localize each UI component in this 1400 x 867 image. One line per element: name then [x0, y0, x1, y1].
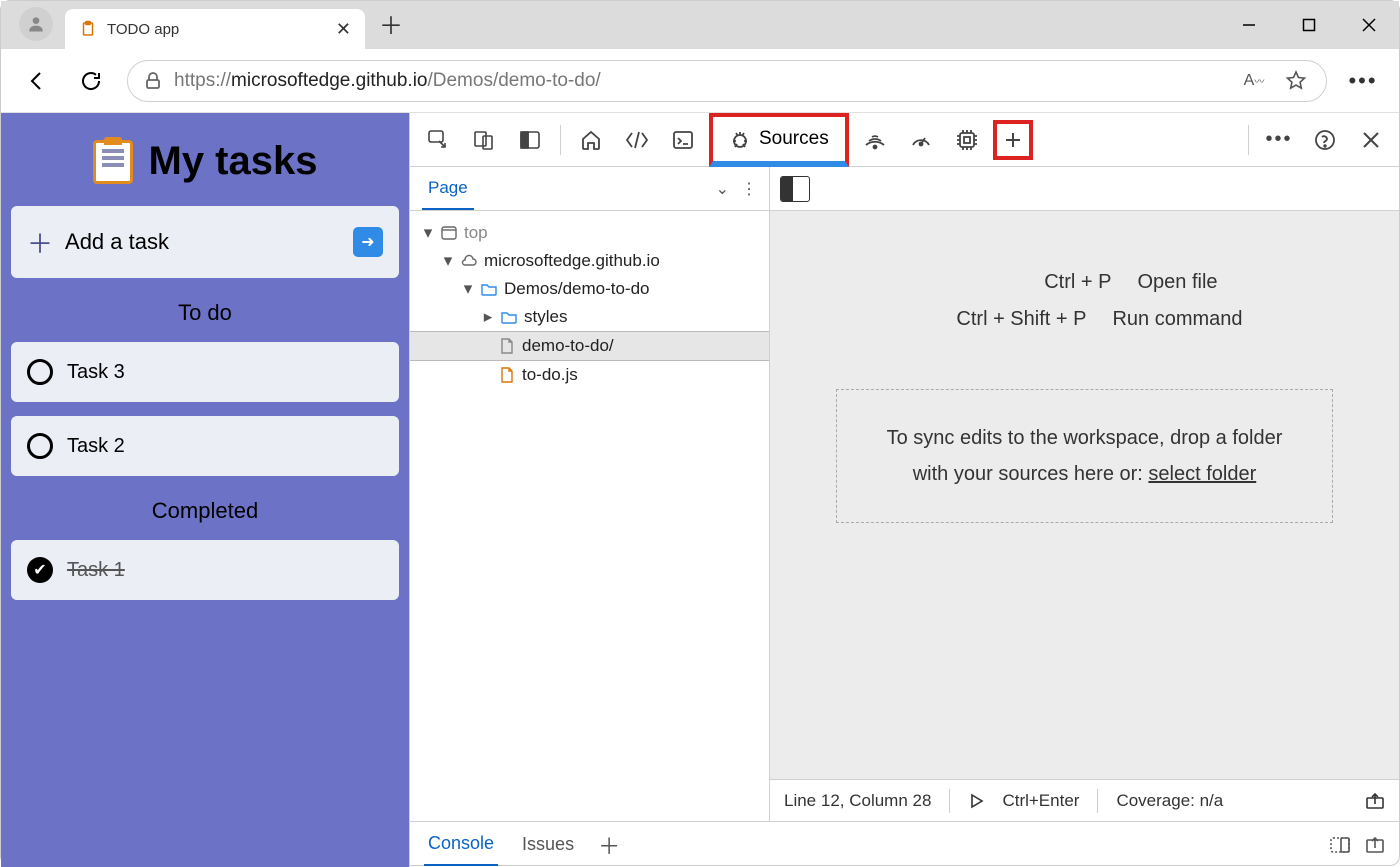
- memory-tab-icon[interactable]: [947, 120, 987, 160]
- devtools-toolbar: Sources •••: [410, 113, 1399, 167]
- task-item[interactable]: Task 2: [11, 416, 399, 476]
- task-item[interactable]: Task 3: [11, 342, 399, 402]
- more-icon[interactable]: •••: [1259, 120, 1299, 160]
- toggle-navigator-button[interactable]: [780, 176, 810, 202]
- refresh-button[interactable]: [73, 63, 109, 99]
- profile-avatar[interactable]: [19, 7, 53, 41]
- file-icon: [498, 337, 516, 355]
- titlebar: TODO app ✕ ＋: [1, 1, 1399, 49]
- bug-icon: [729, 128, 751, 150]
- upload-icon[interactable]: [1365, 792, 1385, 810]
- console-tab-icon[interactable]: [663, 120, 703, 160]
- tab-title: TODO app: [107, 21, 326, 38]
- tree-label: Demos/demo-to-do: [504, 279, 650, 299]
- tree-styles[interactable]: ▸ styles: [410, 303, 769, 331]
- performance-tab-icon[interactable]: [901, 120, 941, 160]
- workspace-drop-zone[interactable]: To sync edits to the workspace, drop a f…: [836, 389, 1334, 523]
- elements-tab-icon[interactable]: [617, 120, 657, 160]
- run-shortcut: Ctrl+Enter: [1002, 791, 1079, 811]
- network-tab-icon[interactable]: [855, 120, 895, 160]
- maximize-button[interactable]: [1279, 1, 1339, 49]
- lock-icon: [144, 72, 162, 90]
- window-icon: [440, 224, 458, 242]
- task-label: Task 3: [67, 361, 125, 384]
- tree-label: top: [464, 223, 488, 243]
- radio-icon[interactable]: [27, 433, 53, 459]
- select-folder-link[interactable]: select folder: [1148, 463, 1256, 485]
- editor-status-bar: Line 12, Column 28 Ctrl+Enter Coverage: …: [770, 779, 1399, 821]
- cursor-position: Line 12, Column 28: [784, 791, 931, 811]
- issues-tab[interactable]: Issues: [518, 824, 578, 865]
- folder-icon: [480, 280, 498, 298]
- completed-section-label: Completed: [11, 498, 399, 524]
- todo-section-label: To do: [11, 300, 399, 326]
- tree-js[interactable]: to-do.js: [410, 361, 769, 389]
- kebab-icon[interactable]: ⋮: [741, 179, 757, 199]
- page-title: My tasks: [149, 139, 318, 184]
- inspect-icon[interactable]: [418, 120, 458, 160]
- file-tree: ▾ top ▾ microsoftedge.github.io ▾ Demos/…: [410, 211, 769, 397]
- panel-icon[interactable]: [510, 120, 550, 160]
- browser-tab[interactable]: TODO app ✕: [65, 9, 365, 49]
- sources-tab[interactable]: Sources: [709, 113, 849, 167]
- submit-task-button[interactable]: ➜: [353, 227, 383, 257]
- tree-folder[interactable]: ▾ Demos/demo-to-do: [410, 275, 769, 303]
- check-icon[interactable]: ✔: [27, 557, 53, 583]
- favorite-icon[interactable]: [1282, 67, 1310, 95]
- new-tab-button[interactable]: ＋: [379, 6, 403, 41]
- clipboard-icon: [93, 140, 133, 184]
- tree-index[interactable]: demo-to-do/: [410, 331, 769, 361]
- minimize-button[interactable]: [1219, 1, 1279, 49]
- welcome-tab-icon[interactable]: [571, 120, 611, 160]
- tree-label: to-do.js: [522, 365, 578, 385]
- cloud-icon: [460, 252, 478, 270]
- shortcut-row: Ctrl + P Open file: [951, 271, 1217, 294]
- devtools: Sources ••• Page ⌄ ⋮: [409, 113, 1399, 867]
- device-icon[interactable]: [464, 120, 504, 160]
- url-text: https://microsoftedge.github.io/Demos/de…: [174, 70, 601, 92]
- console-tab[interactable]: Console: [424, 823, 498, 866]
- folder-icon: [500, 308, 518, 326]
- play-icon[interactable]: [968, 793, 984, 809]
- address-bar: https://microsoftedge.github.io/Demos/de…: [1, 49, 1399, 113]
- shortcut-row: Ctrl + Shift + P Run command: [926, 308, 1242, 331]
- plus-icon[interactable]: ＋: [598, 829, 620, 861]
- back-button[interactable]: [19, 63, 55, 99]
- settings-menu-button[interactable]: •••: [1345, 63, 1381, 99]
- tree-host[interactable]: ▾ microsoftedge.github.io: [410, 247, 769, 275]
- add-task-placeholder: Add a task: [65, 229, 341, 255]
- tree-label: styles: [524, 307, 567, 327]
- task-item[interactable]: ✔ Task 1: [11, 540, 399, 600]
- chevron-down-icon[interactable]: ⌄: [716, 179, 729, 199]
- tree-top[interactable]: ▾ top: [410, 219, 769, 247]
- plus-icon: ＋: [27, 224, 53, 261]
- sources-tab-label: Sources: [759, 128, 829, 150]
- coverage-label: Coverage: n/a: [1116, 791, 1223, 811]
- radio-icon[interactable]: [27, 359, 53, 385]
- clipboard-icon: [79, 20, 97, 38]
- help-icon[interactable]: [1305, 120, 1345, 160]
- window-controls: [1219, 1, 1399, 49]
- add-task-input[interactable]: ＋ Add a task ➜: [11, 206, 399, 278]
- todo-app: My tasks ＋ Add a task ➜ To do Task 3 Tas…: [1, 113, 409, 867]
- devtools-drawer: Console Issues ＋: [410, 821, 1399, 867]
- task-label: Task 2: [67, 435, 125, 458]
- sources-navigator: Page ⌄ ⋮ ▾ top ▾ microsoftedge.github.io: [410, 167, 770, 821]
- url-box[interactable]: https://microsoftedge.github.io/Demos/de…: [127, 60, 1327, 102]
- tree-label: demo-to-do/: [522, 336, 614, 356]
- close-icon[interactable]: ✕: [336, 19, 351, 40]
- page-tab[interactable]: Page: [422, 168, 474, 210]
- expand-icon[interactable]: [1365, 836, 1385, 854]
- tree-label: microsoftedge.github.io: [484, 251, 660, 271]
- close-window-button[interactable]: [1339, 1, 1399, 49]
- file-icon: [498, 366, 516, 384]
- dock-icon[interactable]: [1329, 836, 1351, 854]
- editor-pane: Ctrl + P Open file Ctrl + Shift + P Run …: [770, 167, 1399, 821]
- close-devtools-button[interactable]: [1351, 120, 1391, 160]
- read-aloud-icon[interactable]: A〰: [1240, 67, 1268, 95]
- more-tabs-button[interactable]: [993, 120, 1033, 160]
- task-label: Task 1: [67, 559, 125, 582]
